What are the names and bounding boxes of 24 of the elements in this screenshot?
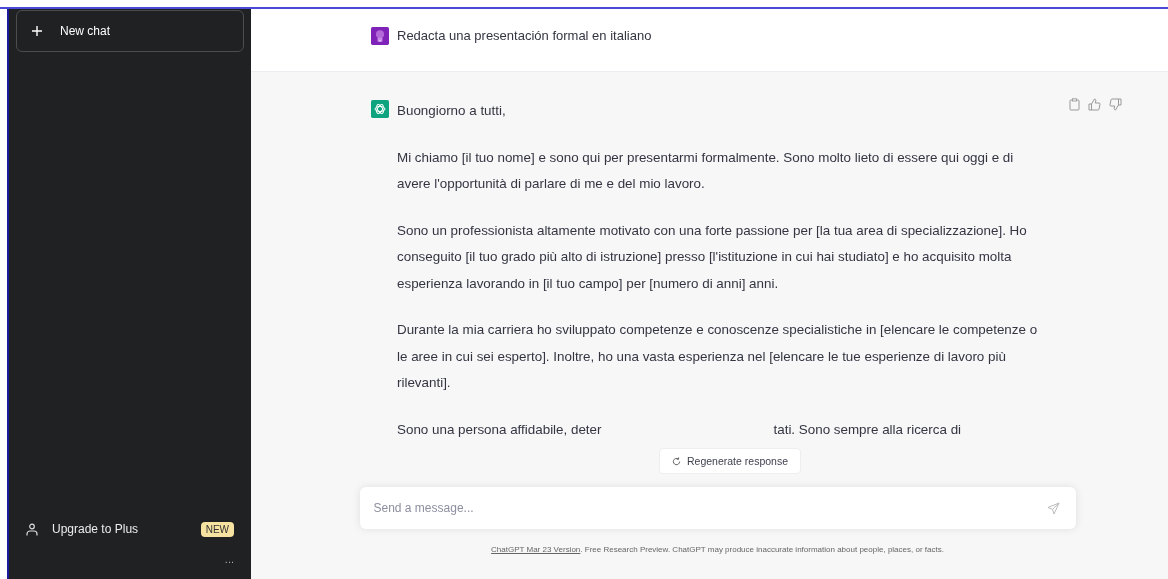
thumbs-up-icon[interactable]: [1088, 98, 1101, 111]
answer-paragraph: Sono una persona affidabile, deter: [397, 420, 602, 439]
assistant-avatar: [371, 100, 389, 118]
upgrade-button[interactable]: Upgrade to Plus NEW: [16, 511, 244, 547]
answer-paragraph: Mi chiamo [il tuo nome] e sono qui per presentarmi formalmente. Sono molto lieto di essere qui oggi e di avere l'opportunità di parlare di me e del mio lavoro.: [397, 148, 1015, 193]
new-badge: NEW: [200, 521, 234, 537]
new-chat-button[interactable]: New chat: [16, 10, 244, 52]
plus-icon: [31, 25, 43, 37]
message-input[interactable]: Send a message...: [359, 487, 1076, 529]
answer-paragraph: tati. Sono sempre alla ricerca di: [773, 420, 962, 439]
send-icon[interactable]: [1046, 501, 1060, 515]
message-text-input[interactable]: Send a message...: [371, 500, 1047, 516]
answer-paragraph: Buongiorno a tutti,: [397, 102, 507, 120]
regenerate-response-button[interactable]: Regenerate response: [659, 448, 801, 474]
copy-icon[interactable]: [1069, 98, 1080, 111]
answer-paragraph: Sono un professionista altamente motivato con una forte passione per [la tua area di specializzazione]. Ho conseguito [il tuo grado più alto di istruzione] presso [l'istituzione in cui hai studiato] e ho acquisito molta esperienza lavorando in [il tuo campo] per [numero di anni] anni.: [397, 221, 1028, 293]
more-button[interactable]: ...: [224, 553, 234, 565]
refresh-icon: [672, 456, 681, 466]
thumbs-down-icon[interactable]: [1109, 98, 1122, 111]
footer-note: ChatGPT Mar 23 Version. Free Research Preview. ChatGPT may produce inaccurate information about people, places, or facts.: [491, 545, 944, 554]
user-message: Redacta una presentación formal en italiano: [397, 28, 652, 43]
answer-paragraph: Durante la mia carriera ho sviluppato competenze e conoscenze specialistiche in [elencare le competenze o le aree in cui sei esperto]. Inoltre, ho una vasta esperienza nel [elencare le tue esperienze di lavoro più rilevanti].: [397, 321, 1039, 392]
user-icon: [26, 522, 38, 536]
user-avatar: [371, 26, 389, 45]
